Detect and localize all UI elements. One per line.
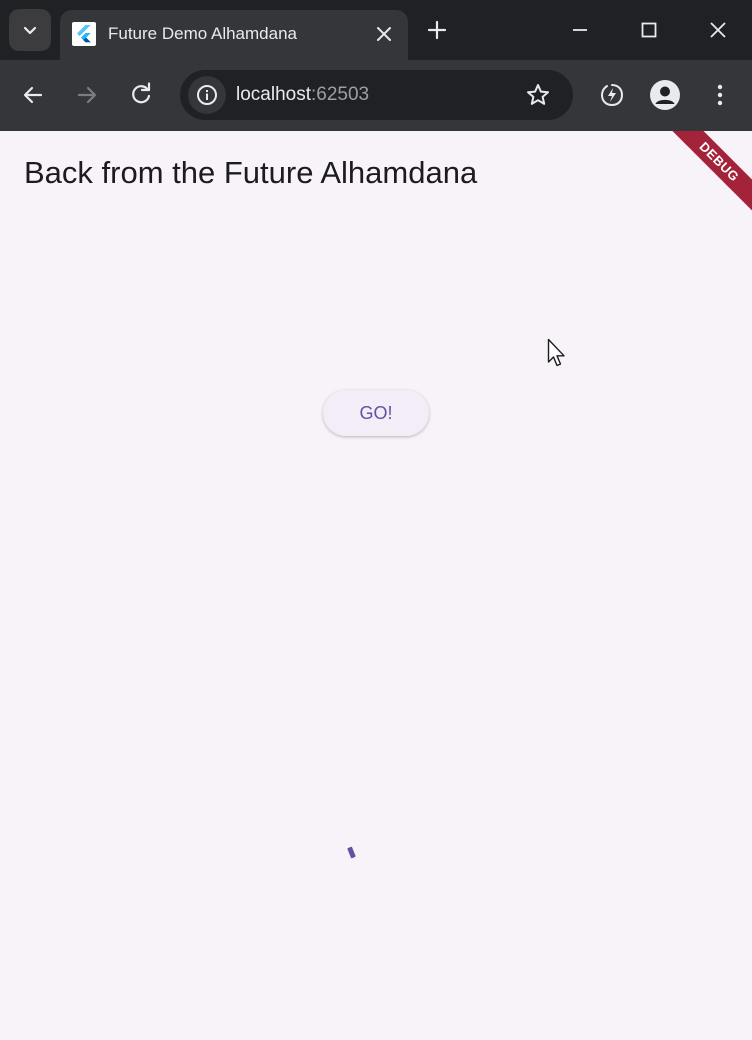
close-icon[interactable] — [374, 24, 394, 44]
tab-search-button[interactable] — [9, 9, 51, 51]
performance-leaf-icon[interactable] — [599, 82, 625, 108]
mouse-cursor-icon — [547, 338, 565, 367]
reload-icon[interactable] — [128, 82, 154, 108]
flutter-logo-icon — [72, 22, 96, 46]
url-port: :62503 — [311, 84, 370, 105]
debug-banner-label: DEBUG — [665, 131, 752, 216]
plus-icon[interactable] — [426, 19, 448, 41]
close-window-icon[interactable] — [708, 20, 728, 40]
app-page: Back from the Future Alhamdana GO! DEBUG — [0, 131, 752, 1040]
loading-spinner — [347, 846, 356, 859]
address-url[interactable]: localhost:62503 — [236, 83, 369, 107]
tab-title: Future Demo Alhamdana — [108, 24, 297, 43]
browser-tabstrip: Future Demo Alhamdana — [0, 0, 752, 60]
kebab-menu-icon[interactable] — [707, 82, 733, 108]
star-icon[interactable] — [525, 82, 551, 108]
minimize-icon[interactable] — [570, 20, 590, 40]
profile-avatar-icon[interactable] — [650, 80, 680, 110]
go-button[interactable]: GO! — [323, 390, 429, 436]
debug-banner: DEBUG — [662, 131, 752, 221]
url-host: localhost — [236, 84, 311, 105]
browser-toolbar: localhost:62503 — [0, 60, 752, 131]
forward-arrow-icon[interactable] — [74, 82, 100, 108]
info-icon — [197, 85, 217, 105]
chevron-down-icon — [23, 26, 37, 35]
site-info-button[interactable] — [188, 76, 226, 114]
browser-tab-active[interactable]: Future Demo Alhamdana — [60, 10, 408, 60]
maximize-icon[interactable] — [639, 20, 659, 40]
address-bar[interactable]: localhost:62503 — [180, 70, 573, 120]
person-icon — [655, 86, 675, 104]
go-button-label: GO! — [359, 402, 393, 423]
back-arrow-icon[interactable] — [20, 82, 46, 108]
page-title: Back from the Future Alhamdana — [24, 155, 478, 190]
